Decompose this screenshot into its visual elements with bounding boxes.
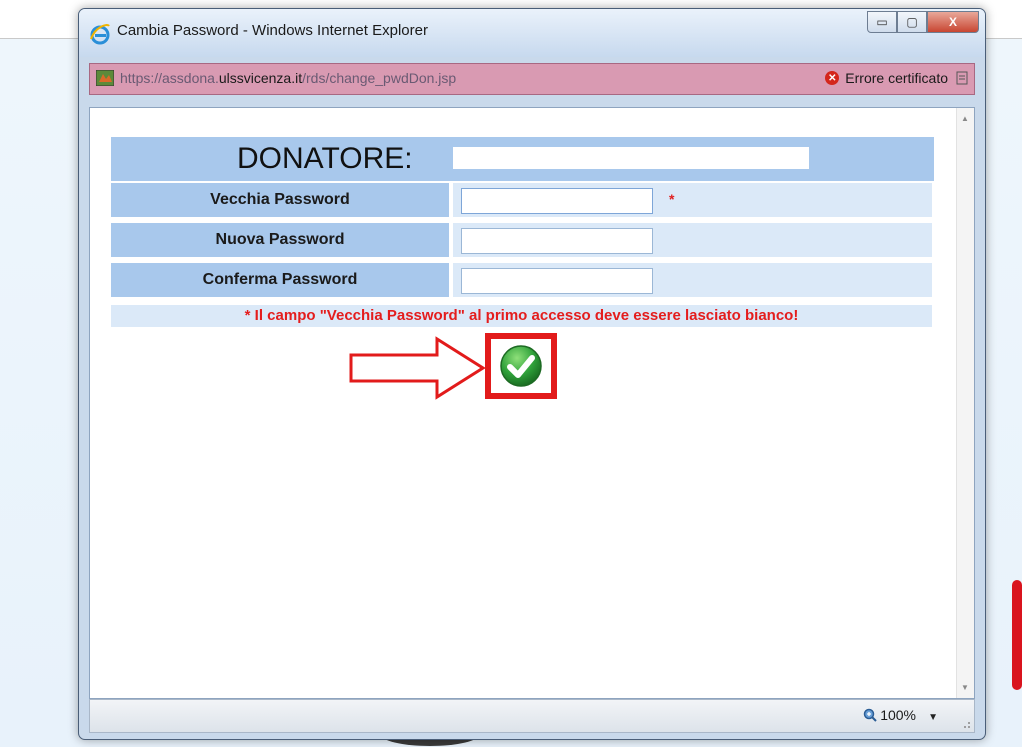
page-favicon-icon	[96, 70, 114, 86]
zoom-dropdown-icon[interactable]: ▼	[928, 712, 938, 723]
zoom-control[interactable]: 100%	[863, 707, 916, 723]
confirm-password-label: Conferma Password	[110, 262, 450, 298]
note-text: * Il campo "Vecchia Password" al primo a…	[244, 307, 799, 324]
note-row: * Il campo "Vecchia Password" al primo a…	[110, 304, 933, 328]
close-icon: X	[948, 15, 957, 29]
url-path: /rds/change_pwdDon.jsp	[302, 70, 457, 86]
background-decoration	[1012, 580, 1022, 690]
new-password-row: Nuova Password	[110, 222, 933, 258]
internet-explorer-icon	[90, 24, 110, 45]
confirm-password-row: Conferma Password	[110, 262, 933, 298]
zoom-level: 100%	[880, 707, 916, 723]
certificate-error-icon: ✕	[825, 71, 840, 85]
address-url[interactable]: https://assdona.ulssvicenza.it/rds/chang…	[120, 70, 456, 86]
url-domain: ulssvicenza.it	[218, 70, 303, 86]
page-content: DONATORE: Vecchia Password * Nuova Passw…	[89, 107, 975, 699]
new-password-label: Nuova Password	[110, 222, 450, 258]
url-prefix: https://assdona.	[120, 70, 219, 86]
new-password-cell	[452, 222, 933, 258]
maximize-button[interactable]: ▢	[897, 11, 927, 33]
certificate-error-label: Errore certificato	[845, 70, 948, 86]
page-report-icon[interactable]	[956, 71, 968, 85]
confirm-password-cell	[452, 262, 933, 298]
maximize-icon: ▢	[906, 15, 918, 29]
donor-name-value	[453, 147, 809, 169]
confirm-password-input[interactable]	[461, 268, 653, 294]
minimize-button[interactable]: ▭	[867, 11, 897, 33]
address-bar[interactable]: https://assdona.ulssvicenza.it/rds/chang…	[89, 63, 975, 95]
zoom-magnifier-icon	[863, 708, 877, 722]
donor-label: DONATORE:	[237, 142, 413, 175]
old-password-cell: *	[452, 182, 933, 218]
minimize-icon: ▭	[876, 15, 888, 29]
vertical-scrollbar[interactable]: ▲ ▼	[956, 108, 974, 698]
title-bar[interactable]: Cambia Password - Windows Internet Explo…	[79, 9, 985, 57]
checkmark-icon	[500, 345, 542, 387]
new-password-input[interactable]	[461, 228, 653, 254]
old-password-input[interactable]	[461, 188, 653, 214]
window-controls: ▭ ▢ X	[867, 11, 979, 33]
red-arrow-annotation	[349, 336, 486, 400]
form-header: DONATORE:	[110, 136, 935, 182]
scroll-up-icon[interactable]: ▲	[961, 114, 969, 123]
scroll-down-icon[interactable]: ▼	[961, 683, 969, 692]
ie-popup-window: Cambia Password - Windows Internet Explo…	[78, 8, 986, 740]
required-marker: *	[669, 191, 675, 207]
resize-grip-icon[interactable]	[961, 719, 971, 729]
status-bar: 100% ▼	[89, 699, 975, 733]
close-button[interactable]: X	[927, 11, 979, 33]
window-title: Cambia Password - Windows Internet Explo…	[117, 22, 428, 39]
old-password-row: Vecchia Password *	[110, 182, 933, 218]
certificate-error[interactable]: ✕ Errore certificato	[825, 70, 948, 86]
confirm-button[interactable]	[485, 333, 557, 399]
old-password-label: Vecchia Password	[110, 182, 450, 218]
